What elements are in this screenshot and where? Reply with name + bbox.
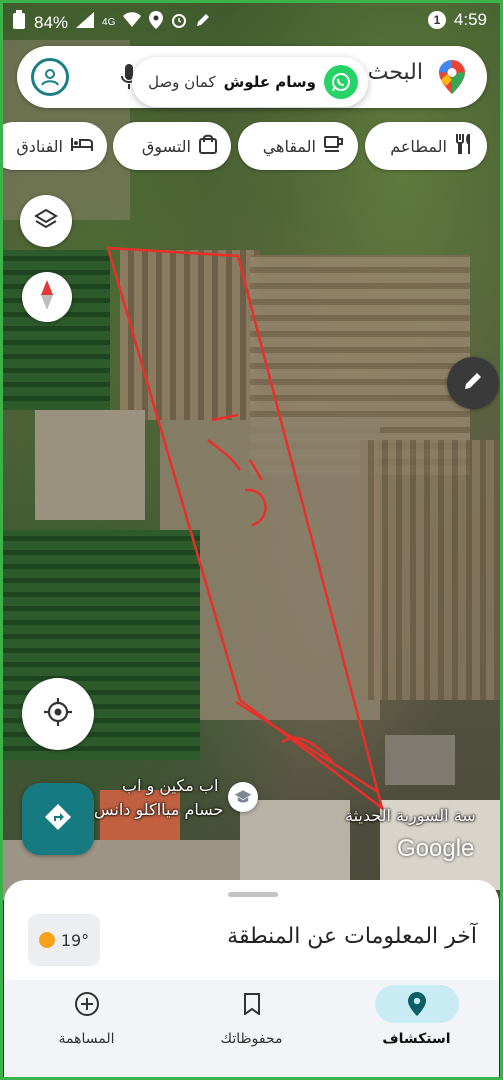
nav-label: المساهمة xyxy=(58,1031,115,1047)
weather-temp: 19° xyxy=(60,930,90,950)
chip-label: المقاهي xyxy=(262,136,316,156)
annotation-outline xyxy=(106,246,385,812)
battery-icon xyxy=(12,10,26,35)
signal-icon xyxy=(76,12,95,33)
pencil-icon xyxy=(462,370,484,396)
coffee-cup-icon xyxy=(324,135,344,157)
battery-percent: 84% xyxy=(34,12,69,32)
chip-restaurants[interactable]: المطاعم xyxy=(365,122,487,170)
edit-map-button[interactable] xyxy=(447,357,499,409)
sheet-title: آخر المعلومات عن المنطقة xyxy=(227,924,477,949)
notification-count-badge: 1 xyxy=(427,11,446,29)
wifi-icon xyxy=(123,12,142,33)
street-label: سة السورية الحديثة xyxy=(345,806,476,825)
chip-label: المطاعم xyxy=(390,136,447,156)
nav-label: استكشاف xyxy=(382,1031,451,1047)
fork-knife-icon xyxy=(455,134,473,158)
crosshair-icon xyxy=(43,697,73,731)
network-type: 4G xyxy=(102,17,116,28)
account-avatar-icon[interactable] xyxy=(31,58,69,96)
bookmark-icon xyxy=(210,985,294,1023)
school-pin-icon[interactable] xyxy=(228,782,258,812)
whatsapp-notification[interactable]: وسام علوش كمان وصل xyxy=(132,57,368,107)
chip-cafes[interactable]: المقاهي xyxy=(238,122,358,170)
weather-chip[interactable]: 19° xyxy=(28,914,100,966)
sun-icon xyxy=(38,932,55,948)
place-label[interactable]: اب مكين و اب xyxy=(122,776,218,795)
chip-label: التسوق xyxy=(141,136,191,156)
notification-message: كمان وصل xyxy=(148,73,216,91)
nav-saved[interactable]: محفوظاتك xyxy=(169,980,334,1077)
annotation-handwriting xyxy=(207,413,333,763)
bed-icon xyxy=(71,136,93,156)
status-bar: 84% 4G 1 4:59 xyxy=(0,0,503,40)
compass-button[interactable] xyxy=(22,272,72,322)
alarm-icon xyxy=(171,12,187,33)
location-pin-icon xyxy=(374,985,459,1023)
place-label[interactable]: حسام ميااكلو دانس xyxy=(94,800,223,819)
compass-icon xyxy=(37,280,57,314)
directions-icon xyxy=(43,802,73,836)
layers-button[interactable] xyxy=(20,195,72,247)
google-maps-logo-icon xyxy=(439,60,465,94)
nav-label: محفوظاتك xyxy=(220,1031,283,1047)
search-input[interactable]: البحث xyxy=(368,60,423,85)
drag-handle[interactable] xyxy=(228,892,278,897)
bottom-sheet[interactable]: 19° آخر المعلومات عن المنطقة xyxy=(4,880,499,980)
chip-shopping[interactable]: التسوق xyxy=(113,122,231,170)
location-icon xyxy=(149,11,164,34)
chip-label: الفنادق xyxy=(16,136,63,156)
directions-button[interactable] xyxy=(22,783,94,855)
shopping-bag-icon xyxy=(199,134,217,158)
category-chips: المطاعم المقاهي التسوق الفنادق xyxy=(0,122,503,170)
notification-sender: وسام علوش xyxy=(223,73,316,91)
nav-contribute[interactable]: المساهمة xyxy=(4,980,169,1077)
google-attribution: Google xyxy=(397,835,475,862)
nav-explore[interactable]: استكشاف xyxy=(334,980,499,1077)
layers-icon xyxy=(34,207,58,235)
plus-circle-icon xyxy=(45,985,129,1023)
whatsapp-icon xyxy=(324,65,358,99)
chip-hotels[interactable]: الفنادق xyxy=(0,122,107,170)
edit-icon xyxy=(195,12,211,33)
my-location-button[interactable] xyxy=(22,678,94,750)
bottom-navigation: استكشاف محفوظاتك المساهمة xyxy=(4,980,499,1077)
clock: 4:59 xyxy=(453,10,487,29)
